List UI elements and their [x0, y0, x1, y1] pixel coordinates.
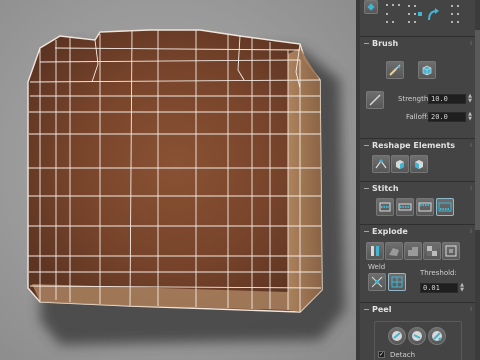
- cube-settings-icon: [415, 160, 423, 169]
- detach-checkbox[interactable]: ✓: [378, 351, 385, 358]
- weld-all-selected-button[interactable]: [388, 273, 406, 291]
- falloff-spinner-arrows-icon[interactable]: ▲ ▼: [467, 112, 473, 122]
- top-toolbar: [360, 0, 475, 32]
- pin-brush-button[interactable]: [366, 91, 384, 109]
- flatten-icon: [371, 246, 379, 256]
- brush-rollout: − Brush ⁞ Strength: 10.0 ▲ ▼ Falloff: 20.…: [360, 36, 475, 132]
- stitch-rollout: − Stitch ⁞: [360, 181, 475, 221]
- falloff-label: Falloff:: [406, 113, 430, 121]
- stitch-custom-icon: [438, 202, 452, 212]
- strength-spinner[interactable]: 10.0: [428, 94, 466, 104]
- brush-rollout-header[interactable]: − Brush ⁞: [360, 37, 475, 51]
- collapse-sign: −: [363, 141, 370, 150]
- stitch-source-icon: [418, 202, 432, 212]
- stitch-source-button[interactable]: [416, 198, 434, 216]
- straighten-icon: [375, 159, 387, 169]
- stitch-rollout-header[interactable]: − Stitch ⁞: [360, 182, 475, 196]
- collapse-sign: −: [363, 227, 370, 236]
- collapse-sign: −: [363, 39, 370, 48]
- cube-icon: [396, 160, 404, 169]
- edge-dots-icon[interactable]: [448, 2, 466, 26]
- bread-texture: [27, 29, 323, 313]
- explode-more-button[interactable]: [442, 242, 460, 260]
- straighten-button[interactable]: [372, 155, 390, 173]
- scrollbar-thumb[interactable]: [475, 30, 480, 230]
- quick-peel-button[interactable]: [388, 327, 406, 345]
- stitch-average-icon: [398, 203, 412, 211]
- diamond-icon: [367, 3, 375, 11]
- weld-all-icon: [391, 276, 403, 288]
- reshape-rollout: − Reshape Elements ⁞: [360, 138, 475, 180]
- relax-button[interactable]: [391, 155, 409, 173]
- rollout-grip-icon: ⁞: [470, 142, 472, 149]
- explode-rollout-header[interactable]: − Explode ⁞: [360, 225, 475, 239]
- brush-icon: [389, 64, 401, 76]
- grid-dots-icon[interactable]: [406, 2, 424, 26]
- collapse-sign: −: [363, 184, 370, 193]
- quick-peel-icon: [392, 331, 402, 341]
- checker-icon: [427, 246, 437, 256]
- paint-brush-button[interactable]: [386, 61, 404, 79]
- relax-brush-button[interactable]: [418, 61, 436, 79]
- command-panel: − Brush ⁞ Strength: 10.0 ▲ ▼ Falloff: 20.…: [360, 0, 480, 360]
- flatten-by-smoothing-button[interactable]: [366, 242, 384, 260]
- uv-viewport[interactable]: [0, 0, 356, 360]
- peel-mode-icon: [412, 331, 422, 341]
- break-icon: [408, 247, 418, 256]
- peel-reset-button[interactable]: [428, 327, 446, 345]
- strength-label: Strength:: [398, 95, 431, 103]
- peel-mode-button[interactable]: [408, 327, 426, 345]
- rotate-arrow-icon[interactable]: [426, 6, 442, 24]
- stitch-average-button[interactable]: [396, 198, 414, 216]
- rollout-grip-icon: ⁞: [470, 306, 472, 313]
- rollout-grip-icon: ⁞: [470, 40, 472, 47]
- rollout-grip-icon: ⁞: [470, 185, 472, 192]
- threshold-spinner[interactable]: 0.01: [420, 283, 458, 293]
- flatten-by-material-button[interactable]: [385, 242, 403, 260]
- weld-icon: [371, 276, 383, 288]
- rollout-title: Explode: [372, 227, 408, 236]
- frame-icon: [445, 245, 457, 257]
- rollout-title: Stitch: [372, 184, 399, 193]
- threshold-label: Threshold:: [420, 269, 457, 277]
- threshold-spinner-arrows-icon[interactable]: ▲ ▼: [459, 283, 465, 293]
- strength-spinner-arrows-icon[interactable]: ▲ ▼: [467, 94, 473, 104]
- peel-reset-icon: [432, 331, 442, 341]
- weld-selected-button[interactable]: [368, 273, 386, 291]
- weld-label: Weld: [368, 263, 386, 271]
- break-button[interactable]: [404, 242, 422, 260]
- rollout-grip-icon: ⁞: [470, 228, 472, 235]
- detach-label: Detach: [390, 351, 416, 359]
- collapse-sign: −: [363, 305, 370, 314]
- material-icon: [389, 248, 399, 256]
- rollout-title: Brush: [372, 39, 399, 48]
- peel-rollout: − Peel ⁞ ✓ Detach: [360, 302, 475, 360]
- panel-scrollbar[interactable]: [475, 0, 480, 360]
- relax-cube-icon: [422, 65, 432, 76]
- falloff-spinner[interactable]: 20.0: [428, 112, 466, 122]
- vertex-dots-icon[interactable]: [384, 2, 402, 26]
- stitch-target-icon: [379, 202, 391, 212]
- select-element-button[interactable]: [364, 0, 378, 14]
- peel-rollout-header[interactable]: − Peel ⁞: [360, 303, 475, 317]
- detach-edges-button[interactable]: [423, 242, 441, 260]
- line-icon: [369, 94, 381, 106]
- stitch-custom-button[interactable]: [436, 198, 454, 216]
- rollout-title: Peel: [372, 305, 392, 314]
- explode-rollout: − Explode ⁞ Weld Threshold: 0.01 ▲ ▼: [360, 224, 475, 298]
- stitch-to-target-button[interactable]: [376, 198, 394, 216]
- relax-settings-button[interactable]: [410, 155, 428, 173]
- uv-mesh-canvas[interactable]: [0, 0, 356, 360]
- rollout-title: Reshape Elements: [372, 141, 456, 150]
- reshape-rollout-header[interactable]: − Reshape Elements ⁞: [360, 139, 475, 153]
